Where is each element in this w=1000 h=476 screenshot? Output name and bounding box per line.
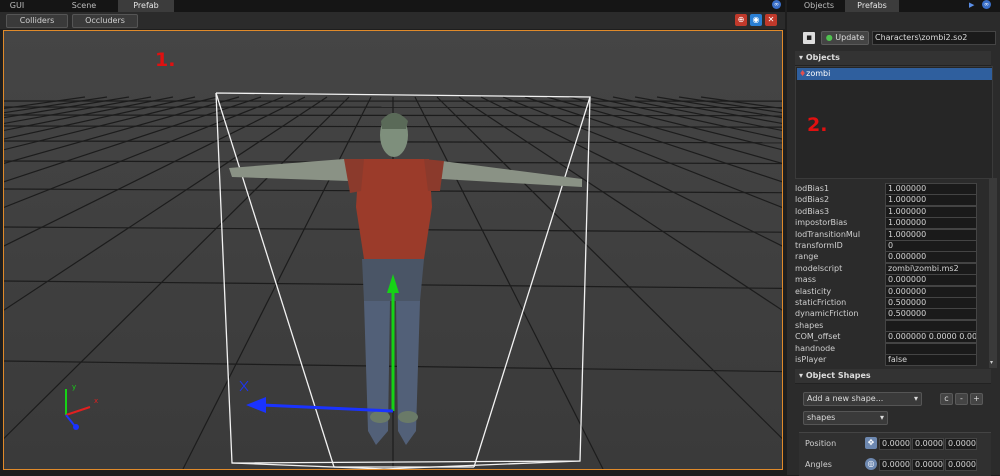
property-label: lodBias3 bbox=[795, 206, 829, 217]
object-shapes-section-header[interactable]: ▾ Object Shapes bbox=[795, 369, 991, 384]
property-label: lodBias1 bbox=[795, 183, 829, 194]
tab-prefabs[interactable]: Prefabs bbox=[845, 0, 899, 12]
property-label: shapes bbox=[795, 320, 823, 331]
property-value-input[interactable]: false bbox=[885, 354, 977, 366]
property-label: handnode bbox=[795, 343, 835, 354]
save-icon[interactable]: ▪ bbox=[803, 32, 815, 44]
properties-scrollbar[interactable]: ▾ bbox=[989, 178, 997, 368]
property-label: lodTransitionMul bbox=[795, 229, 860, 240]
tab-gui[interactable]: GUI bbox=[0, 0, 34, 12]
tab-scene[interactable]: Scene bbox=[64, 0, 104, 12]
property-value-input[interactable] bbox=[885, 320, 977, 332]
property-value-input[interactable]: 1.000000 bbox=[885, 229, 977, 241]
property-value-input[interactable]: 0.000000 0.0000 0.000000 bbox=[885, 331, 977, 343]
objects-list[interactable]: ♦zombi 2. bbox=[795, 66, 993, 179]
position-label: Position bbox=[805, 439, 836, 448]
properties-panel[interactable]: lodBias1 1.000000 lodBias2 1.000000 lodBias3… bbox=[787, 178, 987, 368]
link-icon[interactable]: ∞ bbox=[772, 0, 781, 9]
position-z-input[interactable]: 0.00000 bbox=[945, 438, 977, 450]
property-label: range bbox=[795, 251, 818, 262]
property-label: lodBias2 bbox=[795, 194, 829, 205]
collapse-icon: ▾ bbox=[799, 371, 803, 380]
position-x-input[interactable]: 0.00000 bbox=[879, 438, 911, 450]
rotate-icon[interactable]: ◎ bbox=[865, 458, 877, 470]
add-shape-label: Add a new shape... bbox=[807, 394, 883, 403]
property-value-input[interactable]: 1.000000 bbox=[885, 206, 977, 218]
object-shapes-title: Object Shapes bbox=[806, 371, 871, 380]
update-button[interactable]: ● Update bbox=[821, 31, 869, 45]
property-label: dynamicFriction bbox=[795, 308, 858, 319]
list-item-zombi[interactable]: ♦zombi bbox=[797, 68, 992, 80]
add-shape-button[interactable]: + bbox=[970, 393, 983, 405]
objects-section-header[interactable]: ▾ Objects bbox=[795, 51, 991, 66]
tab-objects[interactable]: Objects bbox=[797, 0, 841, 12]
property-value-input[interactable]: 0.500000 bbox=[885, 308, 977, 320]
property-value-input[interactable]: 0.000000 bbox=[885, 286, 977, 298]
property-value-input[interactable]: zombi\zombi.ms2 bbox=[885, 263, 977, 275]
property-value-input[interactable]: 0.000000 bbox=[885, 251, 977, 263]
svg-text:x: x bbox=[94, 397, 98, 405]
chevron-down-icon: ▾ bbox=[880, 412, 884, 424]
prefab-path-input[interactable]: Characters\zombi2.so2 bbox=[872, 31, 996, 45]
property-label: elasticity bbox=[795, 286, 831, 297]
collapse-icon: ▾ bbox=[799, 53, 803, 62]
property-label: transformID bbox=[795, 240, 843, 251]
colliders-button[interactable]: Colliders bbox=[6, 14, 68, 28]
copy-shape-button[interactable]: c bbox=[940, 393, 953, 405]
property-value-input[interactable]: 1.000000 bbox=[885, 183, 977, 195]
viewport-toolbar: Colliders Occluders ⊕ ◉ ✕ bbox=[0, 12, 785, 29]
update-icon: ● bbox=[826, 33, 833, 42]
scene-viewport[interactable]: y x 1. bbox=[3, 30, 783, 470]
property-value-input[interactable]: 1.000000 bbox=[885, 217, 977, 229]
target-icon[interactable]: ⊕ bbox=[735, 14, 747, 26]
remove-shape-button[interactable]: - bbox=[955, 393, 968, 405]
shapes-dropdown[interactable]: shapes ▾ bbox=[803, 411, 888, 425]
annotation-number-1: 1. bbox=[155, 49, 175, 71]
link-icon[interactable]: ∞ bbox=[982, 0, 991, 9]
occluders-button[interactable]: Occluders bbox=[72, 14, 138, 28]
move-icon[interactable]: ✥ bbox=[865, 437, 877, 449]
top-tab-bar: GUI Scene Prefab ∞ bbox=[0, 0, 785, 12]
property-label: modelscript bbox=[795, 263, 842, 274]
play-icon[interactable]: ▶ bbox=[969, 1, 974, 9]
position-y-input[interactable]: 0.00000 bbox=[912, 438, 944, 450]
angles-x-input[interactable]: 0.00000 bbox=[879, 459, 911, 471]
property-label: impostorBias bbox=[795, 217, 847, 228]
property-label: staticFriction bbox=[795, 297, 846, 308]
property-value-input[interactable]: 0.500000 bbox=[885, 297, 977, 309]
property-label: COM_offset bbox=[795, 331, 840, 342]
objects-section-title: Objects bbox=[806, 53, 840, 62]
property-value-input[interactable]: 0.000000 bbox=[885, 274, 977, 286]
annotation-number-2: 2. bbox=[807, 114, 827, 136]
property-label: mass bbox=[795, 274, 816, 285]
right-panel: Objects Prefabs ▶ ∞ ▪ ● Update Character… bbox=[787, 0, 1000, 475]
angles-z-input[interactable]: 0.00000 bbox=[945, 459, 977, 471]
add-shape-dropdown[interactable]: Add a new shape... ▾ bbox=[803, 392, 922, 406]
shape-transform-group: Position ✥ 0.00000 0.00000 0.00000 Angle… bbox=[799, 432, 991, 476]
angles-label: Angles bbox=[805, 460, 832, 469]
scene-render: y x bbox=[4, 31, 782, 469]
list-item-label: zombi bbox=[806, 69, 830, 78]
property-value-input[interactable]: 1.000000 bbox=[885, 194, 977, 206]
close-icon[interactable]: ✕ bbox=[765, 14, 777, 26]
angles-y-input[interactable]: 0.00000 bbox=[912, 459, 944, 471]
update-label: Update bbox=[835, 33, 864, 42]
camera-icon[interactable]: ◉ bbox=[750, 14, 762, 26]
property-label: isPlayer bbox=[795, 354, 826, 365]
scroll-down-icon[interactable]: ▾ bbox=[990, 360, 996, 366]
property-value-input[interactable] bbox=[885, 343, 977, 355]
property-value-input[interactable]: 0 bbox=[885, 240, 977, 252]
shapes-dropdown-label: shapes bbox=[807, 413, 835, 422]
chevron-down-icon: ▾ bbox=[914, 393, 918, 405]
tab-prefab[interactable]: Prefab bbox=[118, 0, 174, 12]
svg-text:y: y bbox=[72, 383, 76, 391]
